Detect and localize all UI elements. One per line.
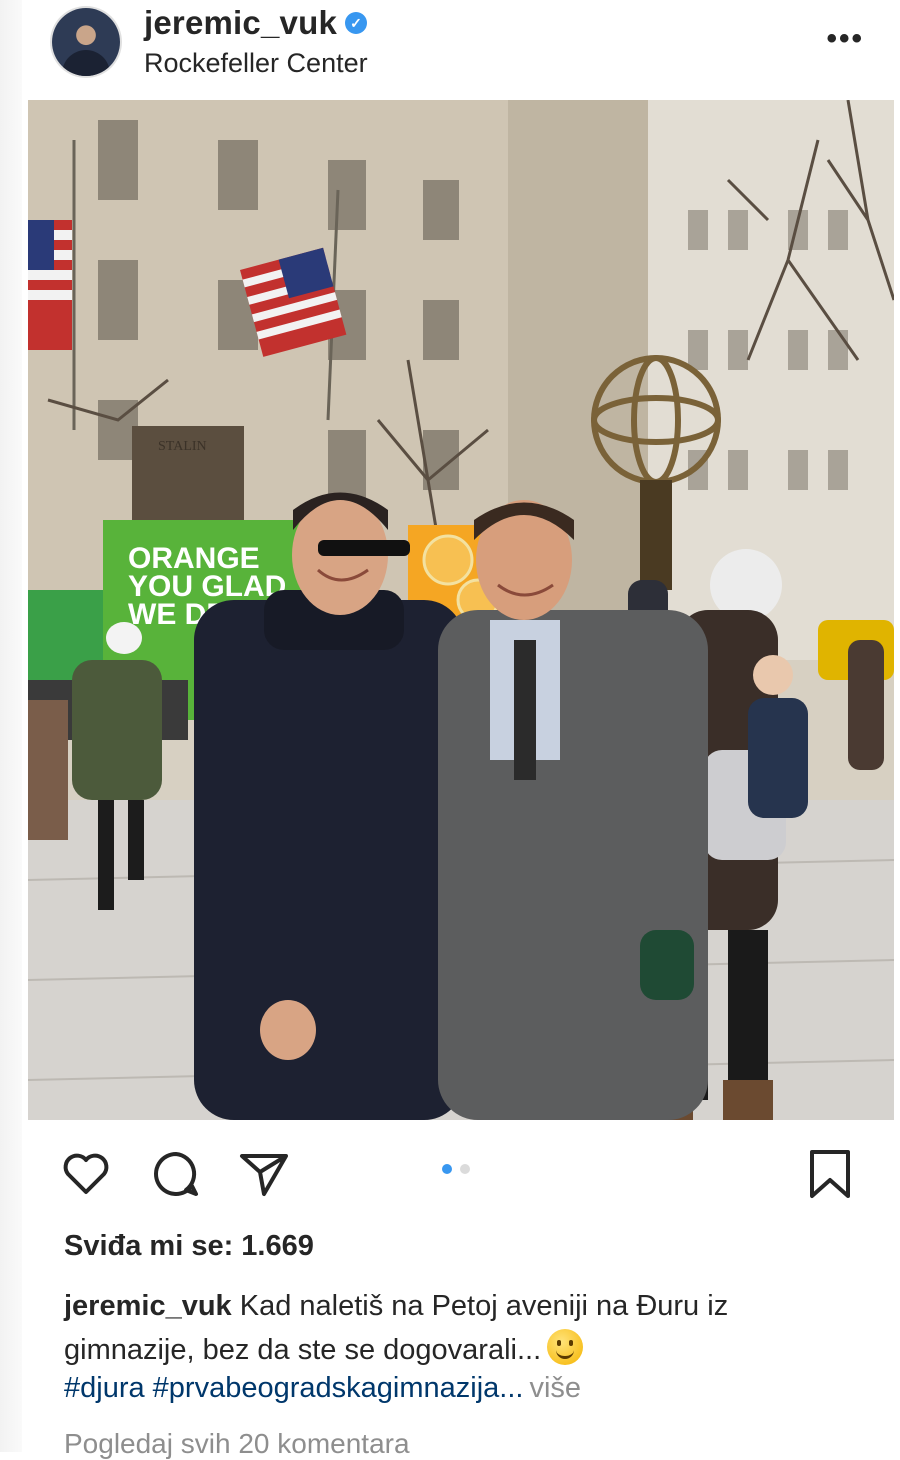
- heart-icon[interactable]: [60, 1148, 112, 1200]
- smiling-face-emoji: [547, 1329, 584, 1365]
- hashtags[interactable]: #djura #prvabeogradskagimnazija...: [64, 1372, 523, 1404]
- post-caption: jeremic_vuk Kad naletiš na Petoj aveniji…: [64, 1284, 864, 1372]
- username[interactable]: jeremic_vuk: [144, 4, 337, 42]
- action-bar: [0, 1140, 900, 1210]
- carousel-dot: [460, 1164, 470, 1174]
- comment-icon[interactable]: [150, 1148, 202, 1200]
- building-lettering: STALIN: [158, 439, 207, 454]
- caption-username[interactable]: jeremic_vuk: [64, 1290, 232, 1322]
- post-photo[interactable]: STALIN ORANGE YOU GLAD WE DELIV: [28, 100, 894, 1120]
- avatar[interactable]: [52, 8, 120, 76]
- background-strip: [0, 0, 22, 1452]
- more-dots-icon[interactable]: •••: [826, 22, 864, 56]
- verified-badge-icon: ✓: [345, 12, 367, 34]
- more-link[interactable]: više: [529, 1372, 581, 1404]
- location-link[interactable]: Rockefeller Center: [144, 48, 368, 79]
- bookmark-icon[interactable]: [804, 1148, 856, 1200]
- hashtags-line: #djura #prvabeogradskagimnazija... više: [64, 1372, 581, 1405]
- username-row: jeremic_vuk ✓: [144, 4, 367, 42]
- view-comments-link[interactable]: Pogledaj svih 20 komentara: [64, 1428, 410, 1460]
- post-header: jeremic_vuk ✓ Rockefeller Center •••: [0, 0, 900, 92]
- carousel-indicator: [442, 1164, 470, 1174]
- carousel-dot-active: [442, 1164, 452, 1174]
- send-icon[interactable]: [238, 1148, 290, 1200]
- likes-count[interactable]: Sviđa mi se: 1.669: [64, 1230, 314, 1263]
